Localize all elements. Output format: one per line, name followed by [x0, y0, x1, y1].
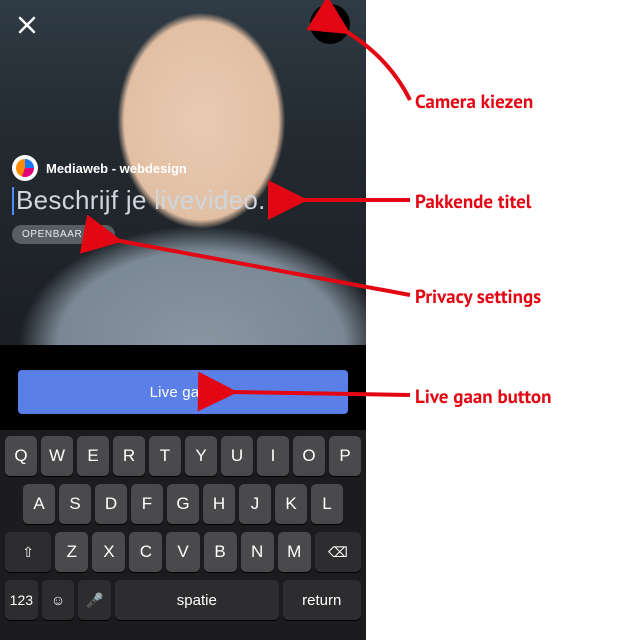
key-h[interactable]: H — [203, 484, 235, 524]
key-o[interactable]: O — [293, 436, 325, 476]
close-icon — [18, 16, 36, 34]
keyboard-row-3: ⇧ Z X C V B N M ⌫ — [3, 532, 363, 572]
key-j[interactable]: J — [239, 484, 271, 524]
key-numbers[interactable]: 123 — [5, 580, 38, 620]
key-e[interactable]: E — [77, 436, 109, 476]
camera-switch-button[interactable] — [310, 4, 350, 44]
key-shift[interactable]: ⇧ — [5, 532, 51, 572]
go-live-button[interactable]: Live gaan — [18, 370, 348, 414]
key-emoji[interactable]: ☺ — [42, 580, 75, 620]
keyboard-row-4: 123 ☺ 🎤 spatie return — [3, 580, 363, 620]
key-k[interactable]: K — [275, 484, 307, 524]
key-y[interactable]: Y — [185, 436, 217, 476]
globe-icon — [96, 230, 105, 239]
camera-switch-icon — [319, 13, 341, 35]
key-v[interactable]: V — [166, 532, 199, 572]
annotation-privacy: Privacy settings — [415, 285, 541, 309]
key-x[interactable]: X — [92, 532, 125, 572]
key-g[interactable]: G — [167, 484, 199, 524]
close-button[interactable] — [12, 10, 42, 40]
key-u[interactable]: U — [221, 436, 253, 476]
key-d[interactable]: D — [95, 484, 127, 524]
annotation-live: Live gaan button — [415, 385, 551, 409]
key-l[interactable]: L — [311, 484, 343, 524]
keyboard-row-2: A S D F G H J K L — [3, 484, 363, 524]
key-m[interactable]: M — [278, 532, 311, 572]
annotation-camera: Camera kiezen — [415, 90, 533, 114]
key-t[interactable]: T — [149, 436, 181, 476]
key-i[interactable]: I — [257, 436, 289, 476]
key-f[interactable]: F — [131, 484, 163, 524]
annotation-title: Pakkende titel — [415, 190, 531, 214]
key-n[interactable]: N — [241, 532, 274, 572]
title-row — [12, 185, 336, 216]
page-avatar — [12, 155, 38, 181]
key-return[interactable]: return — [283, 580, 361, 620]
key-b[interactable]: B — [204, 532, 237, 572]
page-identity[interactable]: Mediaweb - webdesign — [12, 155, 187, 181]
key-a[interactable]: A — [23, 484, 55, 524]
text-caret — [12, 187, 14, 215]
key-r[interactable]: R — [113, 436, 145, 476]
privacy-label: OPENBAAR — [22, 229, 82, 240]
key-mic[interactable]: 🎤 — [78, 580, 111, 620]
live-title-input[interactable] — [16, 185, 336, 216]
key-c[interactable]: C — [129, 532, 162, 572]
keyboard: Q W E R T Y U I O P A S D F G H J K L — [0, 430, 366, 640]
phone-frame: Mediaweb - webdesign OPENBAAR · Live gaa… — [0, 0, 366, 640]
key-p[interactable]: P — [329, 436, 361, 476]
key-w[interactable]: W — [41, 436, 73, 476]
top-bar — [10, 10, 356, 42]
keyboard-row-1: Q W E R T Y U I O P — [3, 436, 363, 476]
page-name: Mediaweb - webdesign — [46, 161, 187, 176]
key-space[interactable]: spatie — [115, 580, 278, 620]
key-q[interactable]: Q — [5, 436, 37, 476]
key-z[interactable]: Z — [55, 532, 88, 572]
key-s[interactable]: S — [59, 484, 91, 524]
privacy-selector[interactable]: OPENBAAR · — [12, 225, 115, 244]
key-backspace[interactable]: ⌫ — [315, 532, 361, 572]
